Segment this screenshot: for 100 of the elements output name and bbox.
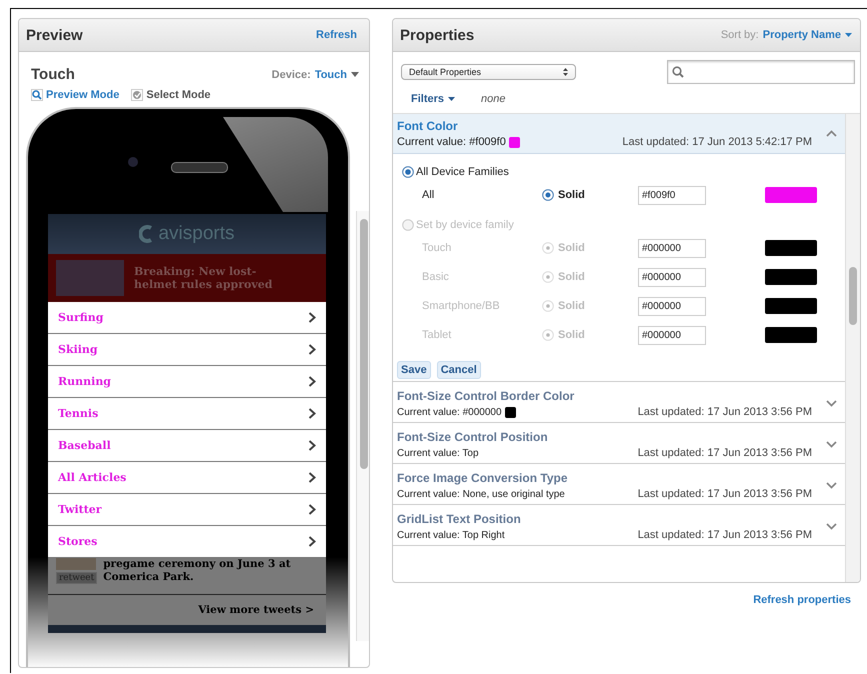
speaker-grille — [171, 162, 228, 173]
menu-label: Surfing — [58, 311, 104, 324]
device-dropdown[interactable]: Device: Touch — [272, 68, 359, 80]
current-value: Current value: Top Right — [397, 529, 505, 541]
device-family-label: Touch — [422, 242, 452, 254]
mode-button[interactable]: Preview Mode — [31, 89, 120, 101]
last-updated: Last updated: 17 Jun 2013 3:56 PM — [638, 529, 812, 541]
menu-item[interactable]: Baseball — [48, 430, 326, 462]
radio-label: Solid — [558, 189, 585, 201]
filters-value: none — [481, 93, 506, 105]
radio-label: All Device Families — [416, 166, 509, 178]
preset-select[interactable]: Default Properties — [401, 64, 576, 80]
chevron-right-icon — [308, 440, 316, 451]
menu-item[interactable]: All Articles — [48, 462, 326, 494]
magnifier-icon — [31, 89, 43, 101]
last-updated: Last updated: 17 Jun 2013 3:56 PM — [638, 488, 812, 500]
radio-button[interactable] — [402, 219, 414, 231]
property-name: Font-Size Control Border Color — [397, 389, 576, 403]
mode-button[interactable]: Select Mode — [131, 89, 211, 101]
color-swatch[interactable] — [765, 187, 817, 203]
menu-item[interactable]: Skiing — [48, 334, 326, 366]
panel-title: Properties — [400, 26, 474, 44]
chevron-right-icon — [308, 536, 316, 547]
menu-label: Baseball — [58, 439, 111, 452]
site-logo: avisports — [158, 223, 235, 245]
photo-placeholder — [56, 260, 124, 296]
property-name: Font Color — [397, 119, 459, 133]
chevron-right-icon — [308, 408, 316, 419]
chevron-down-icon — [826, 482, 837, 489]
last-updated: Last updated: 17 Jun 2013 3:56 PM — [638, 447, 812, 459]
view-more-bar[interactable]: View more tweets > — [48, 595, 326, 633]
property-name: Force Image Conversion Type — [397, 471, 568, 485]
property-name: GridList Text Position — [397, 512, 522, 526]
radio-label: Solid — [558, 242, 585, 254]
menu-label: Twitter — [58, 503, 102, 516]
current-value: Current value: Top — [397, 447, 479, 459]
radio-label: Solid — [558, 300, 585, 312]
refresh-link[interactable]: Refresh — [316, 29, 357, 41]
device-family-label: Basic — [422, 271, 450, 283]
property-name: Font-Size Control Position — [397, 430, 549, 444]
color-swatch[interactable] — [765, 269, 817, 285]
device-family-label: Tablet — [422, 329, 452, 341]
color-swatch[interactable] — [765, 240, 817, 256]
search-field[interactable] — [667, 60, 855, 84]
menu-item[interactable]: Running — [48, 366, 326, 398]
filters-dropdown[interactable]: Filters — [411, 93, 456, 105]
chevron-down-icon — [826, 441, 837, 448]
panel-title: Preview — [26, 26, 83, 44]
property-row[interactable]: Font-Size Control Position Current value: Top Last updated: 17 Jun 2013 3:56 PM — [393, 423, 845, 464]
cancel-button[interactable]: Cancel — [436, 361, 481, 379]
tweet-text: pregame ceremony on June 3 at Comerica Park. — [103, 558, 292, 586]
caret-icon — [448, 97, 456, 101]
property-row[interactable]: Font-Size Control Border Color Current value: #000000 Last updated: 17 Jun 2013 3:56 PM — [393, 382, 845, 423]
refresh-properties-link[interactable]: Refresh properties — [753, 594, 851, 606]
device-family-label: All — [422, 189, 436, 201]
save-button[interactable]: Save — [397, 361, 431, 379]
device-name: Touch — [31, 66, 75, 83]
property-row[interactable]: GridList Text Position Current value: Top Right Last updated: 17 Jun 2013 3:56 PM — [393, 505, 845, 546]
sort-dropdown[interactable]: Sort by: Property Name — [720, 29, 852, 41]
logo-icon — [139, 225, 154, 243]
chevron-right-icon — [308, 472, 316, 483]
radio-button[interactable] — [542, 189, 554, 201]
photo-placeholder — [56, 558, 96, 570]
caret-icon — [351, 72, 359, 77]
checkmark-icon — [131, 89, 144, 101]
last-updated: Last updated: 17 Jun 2013 3:56 PM — [638, 406, 812, 418]
radio-label: Solid — [558, 271, 585, 283]
scrollbar[interactable] — [845, 114, 860, 582]
color-swatch[interactable] — [765, 298, 817, 314]
headline: Breaking: New lost-helmet rules approved — [134, 264, 274, 292]
menu-item[interactable]: Stores — [48, 526, 326, 558]
color-swatch[interactable] — [765, 327, 817, 343]
current-value: Current value: #000000 — [397, 406, 516, 418]
chevron-right-icon — [308, 312, 316, 323]
caret-icon — [845, 33, 852, 37]
property-row[interactable]: Force Image Conversion Type Current value: None, use original type Last updated: 17 Jun 2013 3:56 PM — [393, 464, 845, 505]
search-icon — [672, 66, 684, 78]
radio-label: Set by device family — [416, 219, 514, 231]
scrollbar[interactable] — [356, 211, 369, 641]
device-family-label: Smartphone/BB — [422, 300, 501, 312]
menu-item[interactable]: Tennis — [48, 398, 326, 430]
current-value: Current value: None, use original type — [397, 488, 565, 500]
chevron-right-icon — [308, 344, 316, 355]
color-input[interactable]: #f009f0 — [638, 186, 706, 204]
menu-item[interactable]: Surfing — [48, 302, 326, 334]
chevron-up-icon — [826, 130, 837, 137]
radio-button[interactable] — [402, 166, 414, 178]
menu-label: Skiing — [58, 343, 98, 356]
property-header[interactable]: Font Color Current value: #f009f0 Last updated: 17 Jun 2013 5:42:17 PM — [393, 114, 845, 154]
camera-icon — [128, 157, 138, 167]
menu-item[interactable]: Twitter — [48, 494, 326, 526]
chevron-down-icon — [826, 400, 837, 407]
chevron-down-icon — [826, 523, 837, 530]
menu-label: Stores — [58, 535, 98, 548]
chevron-right-icon — [308, 504, 316, 515]
radio-label: Solid — [558, 329, 585, 341]
menu-label: All Articles — [58, 471, 126, 484]
chevron-right-icon — [308, 376, 316, 387]
menu-label: Tennis — [58, 407, 98, 420]
stepper-icon — [563, 68, 568, 76]
